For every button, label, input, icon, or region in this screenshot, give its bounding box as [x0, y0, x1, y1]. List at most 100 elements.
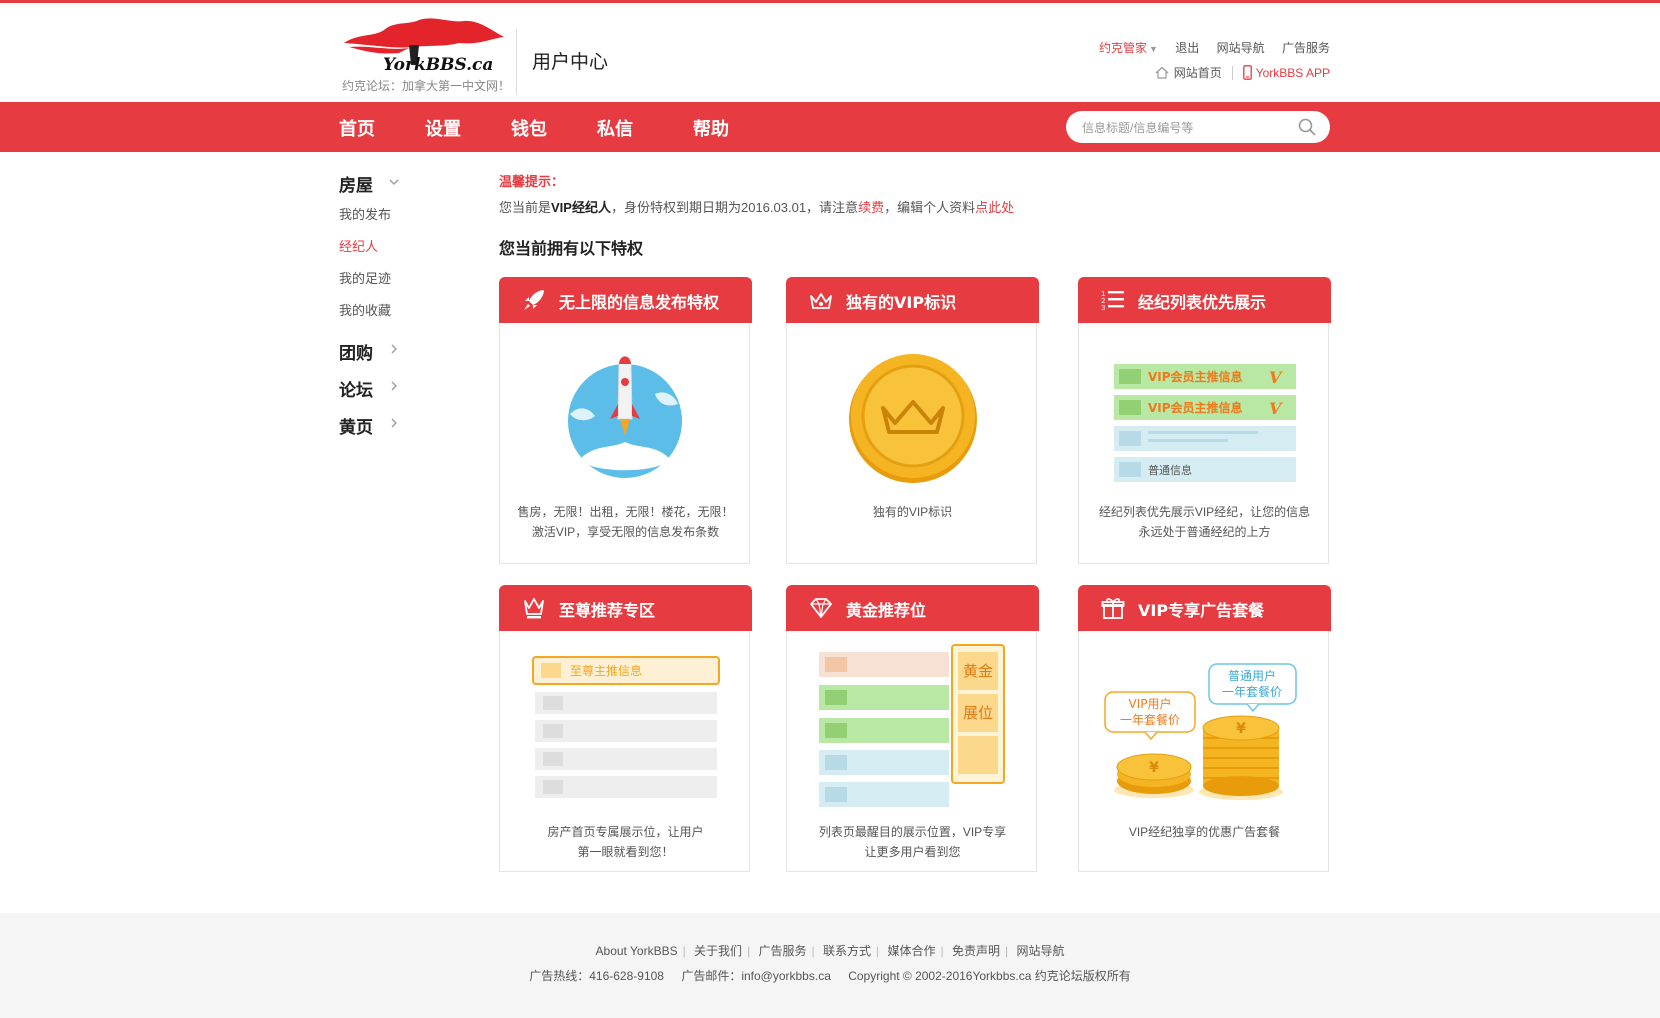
logout-link[interactable]: 退出: [1175, 41, 1199, 55]
nav-settings[interactable]: 设置: [425, 115, 461, 141]
footer-link-site-nav[interactable]: 网站导航: [1011, 944, 1069, 958]
home-icon: [1155, 66, 1169, 79]
vip-coin-illustration: [849, 354, 977, 483]
card-header: 独有的VIP标识: [786, 277, 1039, 323]
footer-links: About YorkBBS | 关于我们 | 广告服务 | 联系方式 | 媒体合作 | 免…: [0, 942, 1660, 959]
card-title: 独有的VIP标识: [846, 293, 957, 312]
sidebar-group-yellowpages[interactable]: 黄页: [339, 413, 373, 438]
copyright: Copyright © 2002-2016Yorkbbs.ca 约克论坛版权所有: [848, 969, 1131, 983]
card-title: VIP专享广告套餐: [1138, 601, 1265, 620]
search-icon[interactable]: [1298, 118, 1316, 136]
footer-link-disclaimer[interactable]: 免责声明: [947, 944, 1005, 958]
svg-text:一年套餐价: 一年套餐价: [1222, 684, 1282, 699]
privilege-card-unlimited-posts: 无上限的信息发布特权 售房，无限！出租，无限！楼花，无限！ 激活VIP，享受无限…: [499, 277, 752, 564]
footer-link-media[interactable]: 媒体合作: [883, 944, 941, 958]
crown-outline-icon: [524, 598, 544, 619]
footer-link-ad-service[interactable]: 广告服务: [754, 944, 812, 958]
ad-service-link[interactable]: 广告服务: [1282, 41, 1330, 55]
card-desc-line2: 永远处于普通经纪的上方: [1138, 525, 1271, 539]
svg-text:展位: 展位: [963, 704, 993, 722]
rocket-icon: [524, 290, 544, 310]
chevron-down-icon[interactable]: [387, 175, 401, 189]
svg-text:黄金: 黄金: [963, 662, 993, 680]
card-desc-line1: 列表页最醒目的展示位置，VIP专享: [818, 825, 1007, 839]
chevron-down-icon: ▼: [1149, 44, 1158, 54]
diamond-icon: [810, 598, 832, 618]
svg-text:V: V: [1269, 368, 1283, 387]
nav-messages[interactable]: 私信: [597, 115, 633, 141]
card-header: 无上限的信息发布特权: [499, 277, 752, 323]
site-nav-link[interactable]: 网站导航: [1217, 41, 1265, 55]
card-desc-line1: 经纪列表优先展示VIP经纪，让您的信息: [1098, 505, 1311, 519]
footer-info: 广告热线：416-628-9108 广告邮件：info@yorkbbs.ca C…: [0, 967, 1660, 984]
sidebar-group-groupbuy[interactable]: 团购: [339, 339, 373, 364]
main-nav: 首页 设置 钱包 私信 帮助: [0, 102, 1660, 152]
search-input[interactable]: [1080, 117, 1284, 139]
card-title: 黄金推荐位: [846, 601, 927, 620]
sidebar-group-house[interactable]: 房屋: [339, 171, 373, 196]
edit-profile-link[interactable]: 点此处: [975, 200, 1014, 215]
gift-icon: [1101, 598, 1125, 619]
svg-text:VIP会员主推信息: VIP会员主推信息: [1148, 400, 1243, 415]
crown-icon: [810, 293, 832, 309]
phone-icon: [1242, 65, 1252, 80]
supreme-zone-illustration: 至尊主推信息: [532, 656, 720, 798]
app-link[interactable]: YorkBBS APP: [1256, 66, 1330, 80]
privilege-card-ad-package: VIP专享广告套餐 VIP用户 一年套餐价 普通用户 一年套餐价 ¥ ¥ VIP…: [1078, 585, 1331, 872]
nav-wallet[interactable]: 钱包: [511, 115, 547, 141]
svg-text:V: V: [1269, 399, 1283, 418]
top-links: 约克管家 ▼ 退出 网站导航 广告服务: [1071, 39, 1330, 56]
home-link[interactable]: 网站首页: [1174, 64, 1222, 81]
card-header: 黄金推荐位: [786, 585, 1039, 631]
divider: [1231, 65, 1233, 80]
ad-email: 广告邮件：info@yorkbbs.ca: [681, 969, 831, 983]
card-desc-line1: VIP经纪独享的优惠广告套餐: [1128, 825, 1281, 839]
svg-text:普通用户: 普通用户: [1228, 668, 1276, 683]
sidebar-item-footprints[interactable]: 我的足迹: [339, 268, 391, 287]
card-desc-line2: 让更多用户看到您: [864, 845, 961, 859]
notice-text: 您当前是VIP经纪人，身份特权到期日期为2016.03.01，请注意续费，编辑个…: [499, 200, 1015, 215]
footer-link-about-us[interactable]: 关于我们: [689, 944, 747, 958]
privilege-card-gold-slot: 黄金推荐位 黄金 展位 列表页最醒目的展示位置，VIP专享 让更多用户看到您: [786, 585, 1039, 872]
ad-hotline: 广告热线：416-628-9108: [529, 969, 664, 983]
card-title: 无上限的信息发布特权: [559, 293, 720, 312]
privileges-title: 您当前拥有以下特权: [499, 239, 644, 258]
svg-text:VIP用户: VIP用户: [1129, 696, 1172, 711]
privilege-card-vip-badge: 独有的VIP标识 独有的VIP标识: [786, 277, 1039, 564]
renew-link[interactable]: 续费: [858, 200, 884, 215]
page-title: 用户中心: [532, 51, 609, 73]
card-title: 经纪列表优先展示: [1138, 293, 1267, 312]
svg-text:3: 3: [1101, 304, 1105, 312]
sidebar-item-favorites[interactable]: 我的收藏: [339, 300, 391, 319]
nav-home[interactable]: 首页: [339, 115, 375, 141]
chevron-right-icon[interactable]: [387, 379, 401, 393]
card-header: VIP专享广告套餐: [1078, 585, 1331, 631]
sidebar-group-forum[interactable]: 论坛: [339, 376, 373, 401]
tagline: 约克论坛：加拿大第一中文网！: [342, 79, 511, 93]
butler-link[interactable]: 约克管家 ▼: [1085, 41, 1158, 55]
notice-title: 温馨提示：: [499, 174, 565, 189]
sidebar-item-my-posts[interactable]: 我的发布: [339, 204, 391, 223]
footer-link-contact[interactable]: 联系方式: [818, 944, 876, 958]
gold-slot-illustration: 黄金 展位: [819, 644, 1005, 807]
svg-text:VIP会员主推信息: VIP会员主推信息: [1148, 369, 1243, 384]
svg-text:至尊主推信息: 至尊主推信息: [570, 663, 642, 678]
header-divider: [516, 29, 517, 95]
card-desc-line2: 激活VIP，享受无限的信息发布条数: [531, 525, 720, 539]
footer-link-about[interactable]: About YorkBBS: [591, 944, 683, 958]
svg-text:¥: ¥: [1236, 721, 1246, 737]
rocket-illustration: [568, 356, 682, 478]
chevron-right-icon[interactable]: [387, 416, 401, 430]
nav-help[interactable]: 帮助: [693, 115, 729, 141]
privilege-card-list-priority: 1 2 3 经纪列表优先展示 VIP会员主推信息 V VIP会员主推信息 V 普…: [1078, 277, 1331, 564]
card-header: 至尊推荐专区: [499, 585, 752, 631]
list-priority-illustration: VIP会员主推信息 V VIP会员主推信息 V 普通信息: [1114, 364, 1296, 482]
svg-text:普通信息: 普通信息: [1148, 463, 1192, 477]
sidebar-item-agent[interactable]: 经纪人: [339, 236, 378, 255]
logo-text: YorkBBS.ca: [383, 55, 493, 75]
card-header: 1 2 3 经纪列表优先展示: [1078, 277, 1331, 323]
list-icon: 1 2 3: [1101, 290, 1124, 312]
privilege-card-supreme-zone: 至尊推荐专区 至尊主推信息 房产首页专属展示位，让用户 第一眼就看到您！: [499, 585, 752, 872]
chevron-right-icon[interactable]: [387, 342, 401, 356]
yorkbbs-logo[interactable]: YorkBBS.ca: [339, 15, 509, 75]
